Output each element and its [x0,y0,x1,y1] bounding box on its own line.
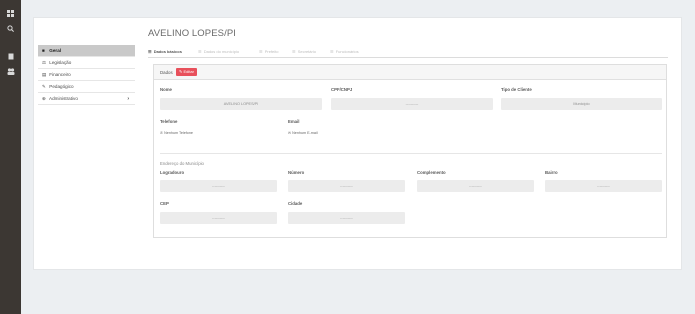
tab-label: Dados do município [203,49,240,54]
menu-item-pedagogico[interactable]: ✎ Pedagógico [38,81,135,93]
section-menu: ■ Geral ⚖ Legislação ▤ Financeiro ✎ Peda… [38,45,135,105]
list-icon: ☰ [198,49,202,54]
cep-label: CEP [160,201,169,206]
list-icon: ☰ [330,49,334,54]
cidade-field: ---------- [288,212,405,224]
grid-icon: ■ [42,48,45,53]
list-icon: ☰ [259,49,263,54]
menu-item-label: Geral [49,48,62,53]
menu-item-label: Legislação [49,60,72,65]
panel-header: Dados ✎ Editar [154,65,666,80]
page-title: AVELINO LOPES/PI [148,28,237,39]
chevron-right-icon: › [127,96,129,102]
menu-item-geral[interactable]: ■ Geral [38,45,135,57]
menu-item-financeiro[interactable]: ▤ Financeiro [38,69,135,81]
tab-dados-municipio[interactable]: ☰ Dados do município [198,49,239,54]
app-sidebar [0,0,21,314]
list-icon: ☰ [292,49,296,54]
tab-funcionarios[interactable]: ☰ Funcionários [330,49,359,54]
tab-label: Funcionários [335,49,359,54]
tipo-cliente-label: Tipo de Cliente [501,87,532,92]
tipo-cliente-field: Município [501,98,662,110]
complemento-label: Complemento [417,170,446,175]
panel-title: Dados [160,70,173,75]
email-label: Email [288,119,300,124]
menu-item-label: Pedagógico [49,84,74,89]
complemento-field: ---------- [417,180,534,192]
numero-label: Número [288,170,305,175]
users-icon[interactable] [6,68,15,77]
edit-button[interactable]: ✎ Editar [176,68,197,76]
logradouro-field: ---------- [160,180,277,192]
nome-field: AVELINO LOPES/PI [160,98,322,110]
dados-panel: Dados ✎ Editar Nome AVELINO LOPES/PI CPF… [153,64,667,238]
section-divider [160,153,662,154]
telefone-text: Nenhum Telefone [164,131,193,135]
list-icon: ☰ [148,49,152,54]
phone-icon: ✆ [160,131,164,135]
menu-item-label: Financeiro [49,72,71,77]
menu-item-label: Administrativo [49,96,78,101]
menu-item-legislacao[interactable]: ⚖ Legislação [38,57,135,69]
money-icon: ▤ [42,72,47,77]
tab-bar: ☰ Dados básicos ☰ Dados do município ☰ P… [148,47,668,58]
edit-button-label: Editar [183,69,194,74]
tab-dados-basicos[interactable]: ☰ Dados básicos [148,49,182,54]
bairro-label: Bairro [545,170,558,175]
search-icon[interactable] [6,25,15,34]
tab-secretario[interactable]: ☰ Secretário [292,49,316,54]
numero-field: ---------- [288,180,405,192]
document-icon[interactable] [6,53,15,62]
telefone-value: ✆ Nenhum Telefone [160,131,193,135]
cpf-field: ---------- [331,98,493,110]
telefone-label: Telefone [160,119,178,124]
nome-label: Nome [160,87,172,92]
tab-label: Prefeito [264,49,279,54]
envelope-icon: ✉ [288,131,292,135]
pencil-icon: ✎ [179,69,183,74]
scale-icon: ⚖ [42,60,47,65]
cidade-label: Cidade [288,201,303,206]
bairro-field: ---------- [545,180,662,192]
pencil-icon: ✎ [42,84,46,89]
globe-icon: ⊕ [42,96,46,101]
email-value: ✉ Nenhum E-mail [288,131,318,135]
tab-label: Secretário [297,49,316,54]
tab-label: Dados básicos [153,49,182,54]
email-text: Nenhum E-mail [292,131,318,135]
grid-icon[interactable] [6,10,15,19]
cep-field: ---------- [160,212,277,224]
cpf-label: CPF/CNPJ [331,87,353,92]
menu-item-administrativo[interactable]: ⊕ Administrativo › [38,93,135,105]
logradouro-label: Logradouro [160,170,185,175]
tab-prefeito[interactable]: ☰ Prefeito [259,49,279,54]
endereco-heading: Endereço do Município [160,161,204,166]
